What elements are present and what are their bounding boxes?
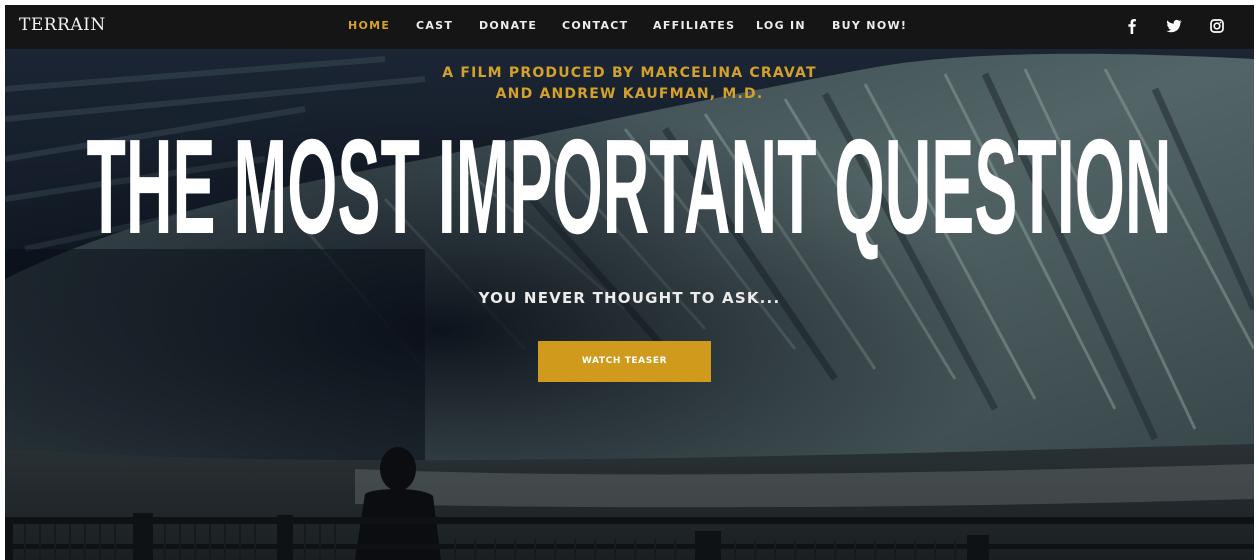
instagram-icon[interactable] — [1208, 17, 1226, 35]
nav-cast[interactable]: CAST — [416, 19, 453, 32]
hero-tagline: YOU NEVER THOUGHT TO ASK... — [478, 289, 781, 307]
site-logo[interactable]: TERRAIN — [19, 15, 106, 35]
nav-home[interactable]: HOME — [348, 19, 390, 32]
nav-log-in[interactable]: LOG IN — [756, 19, 806, 32]
facebook-icon[interactable] — [1123, 17, 1141, 35]
hero-section: A FILM PRODUCED BY MARCELINA CRAVAT AND … — [5, 49, 1254, 560]
nav-buy-now[interactable]: BUY NOW! — [832, 19, 907, 32]
nav-affiliates[interactable]: AFFILIATES — [653, 19, 735, 32]
watch-teaser-button[interactable]: WATCH TEASER — [538, 341, 711, 382]
top-navbar: TERRAIN HOME CAST DONATE CONTACT AFFILIA… — [5, 5, 1254, 49]
hero-title: THE MOST IMPORTANT QUESTION — [86, 125, 1171, 262]
producer-credit-line2: AND ANDREW KAUFMAN, M.D. — [495, 86, 764, 102]
nav-donate[interactable]: DONATE — [479, 19, 537, 32]
page-frame: TERRAIN HOME CAST DONATE CONTACT AFFILIA… — [5, 5, 1254, 560]
producer-credit-line1: A FILM PRODUCED BY MARCELINA CRAVAT — [442, 65, 817, 81]
twitter-icon[interactable] — [1165, 17, 1183, 35]
hero-title-text: THE MOST IMPORTANT QUESTION — [86, 125, 1171, 262]
nav-contact[interactable]: CONTACT — [562, 19, 628, 32]
producer-credit: A FILM PRODUCED BY MARCELINA CRAVAT AND … — [5, 63, 1254, 105]
